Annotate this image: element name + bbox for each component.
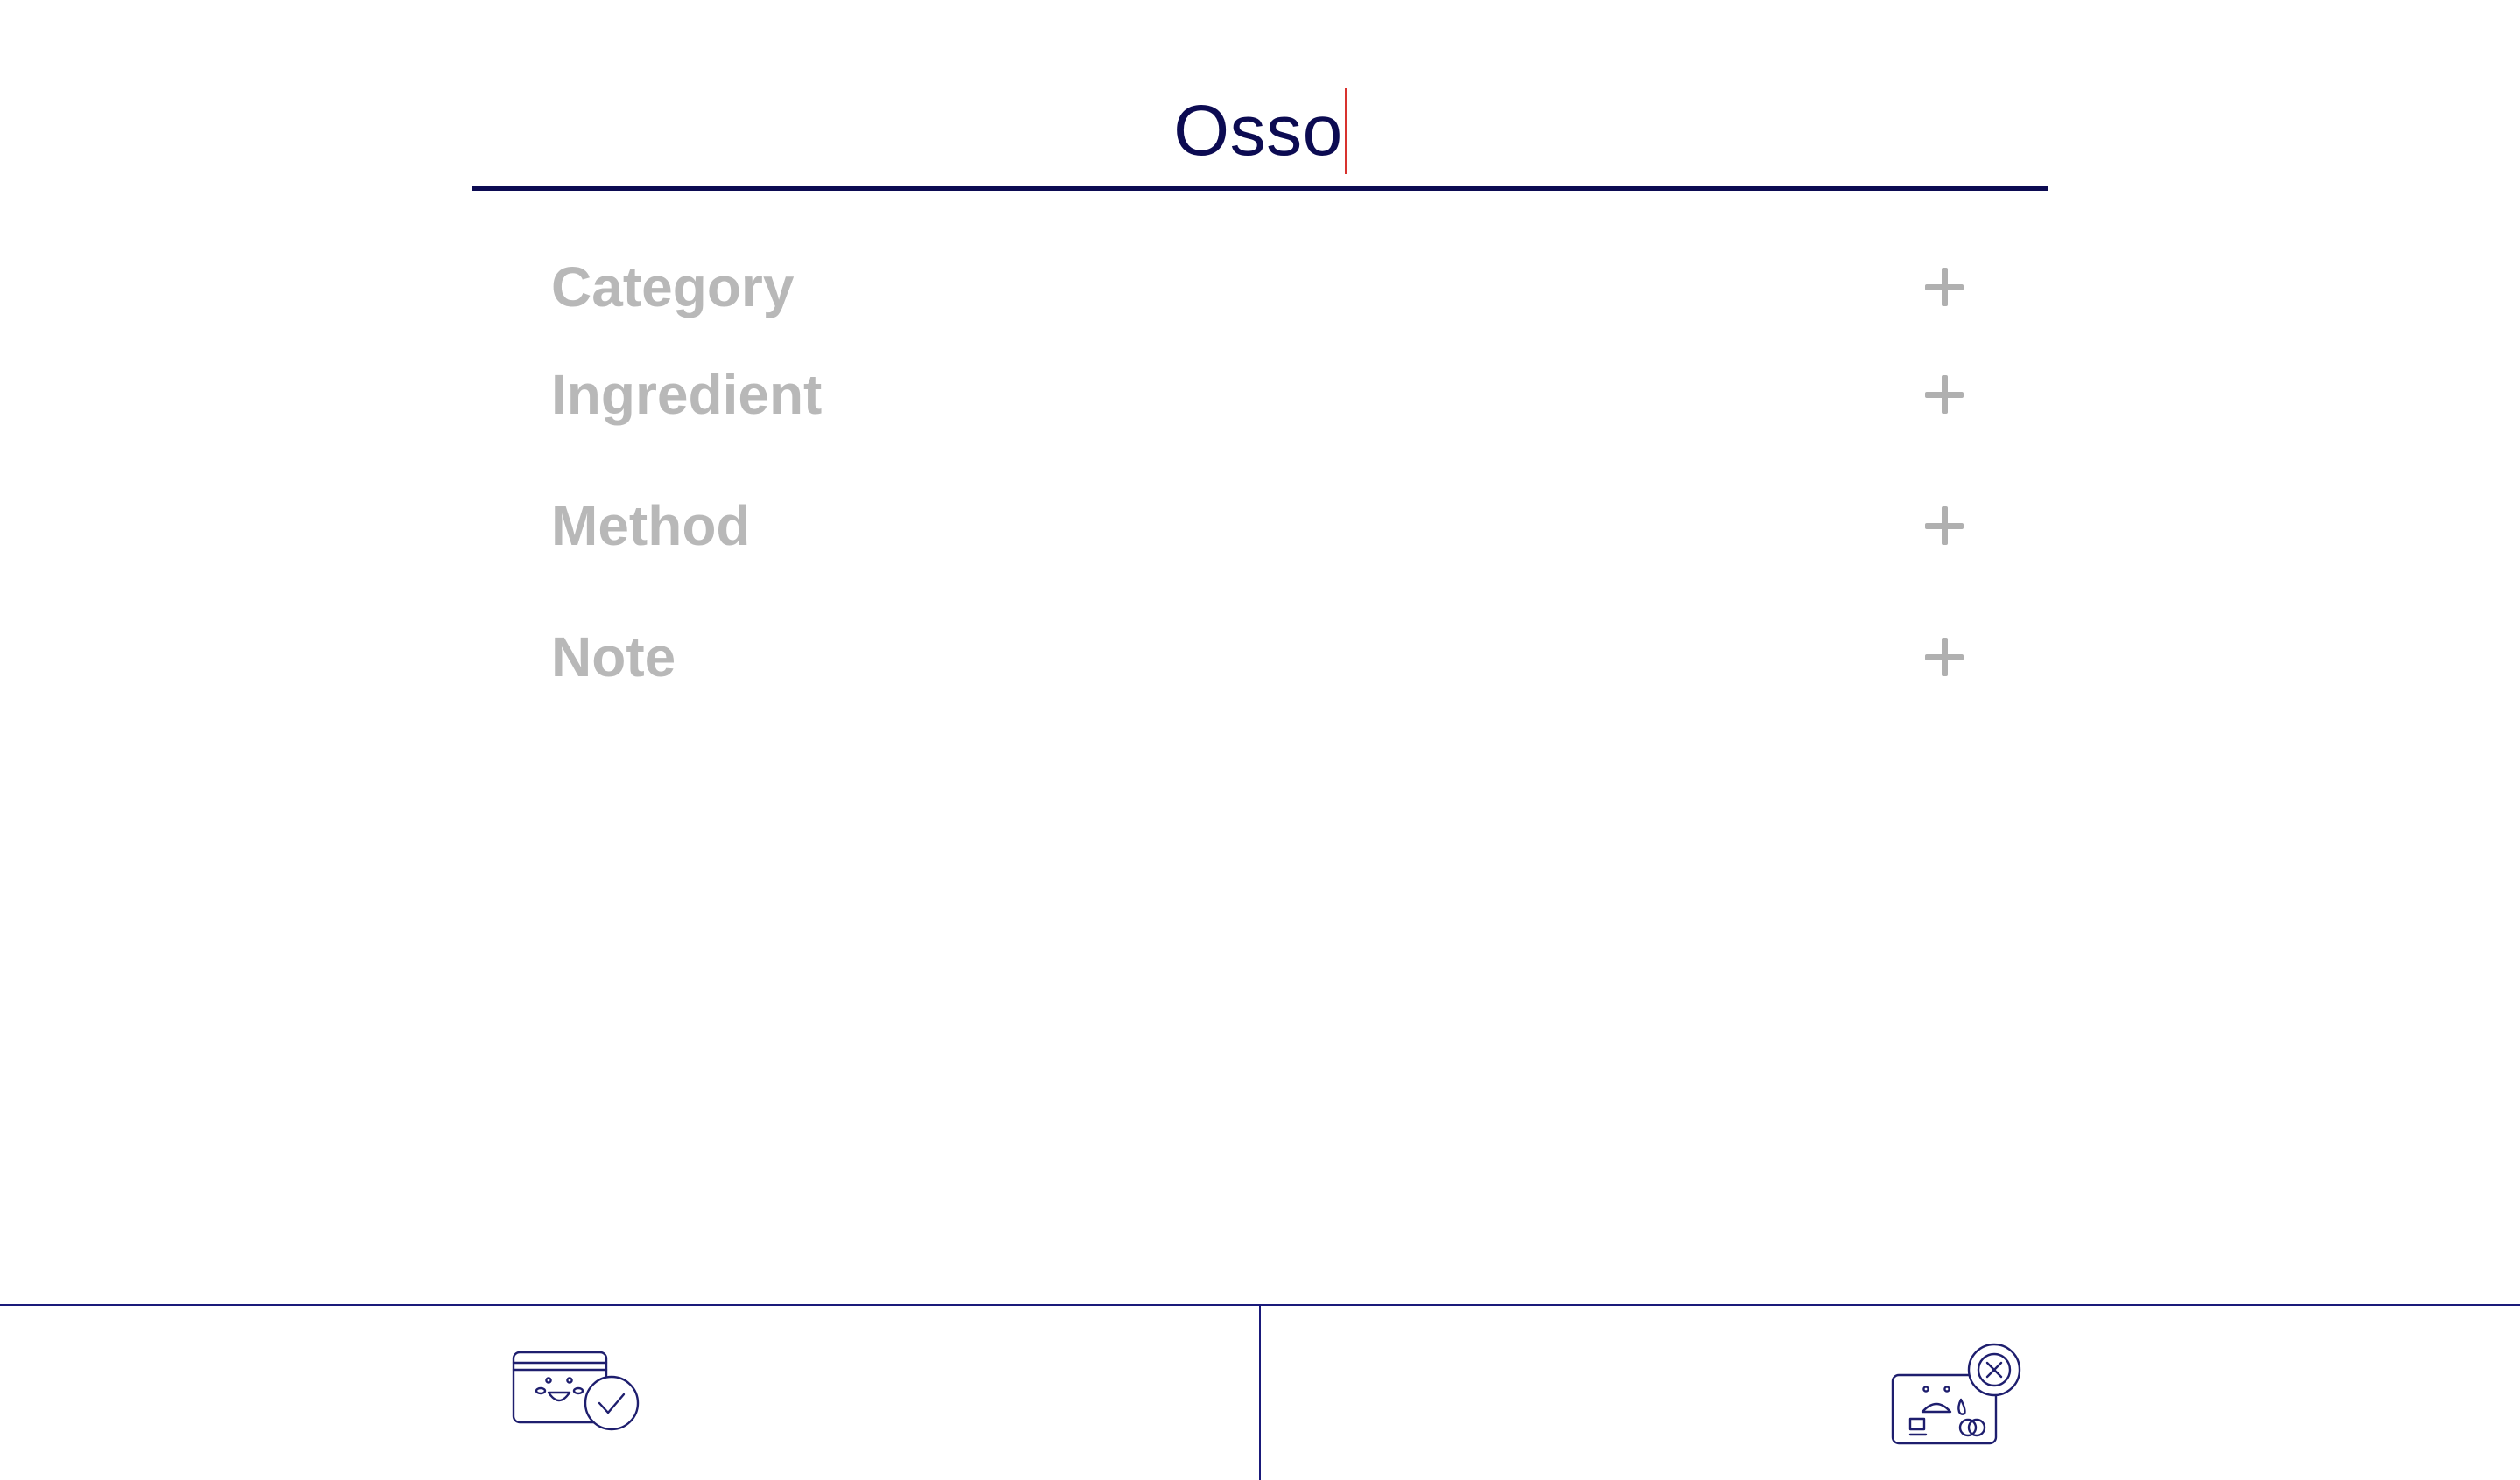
title-field[interactable]: Osso [472, 52, 2048, 191]
section-category[interactable]: Category [551, 245, 1969, 329]
section-method[interactable]: Method [551, 460, 1969, 591]
plus-icon[interactable] [1925, 375, 1964, 414]
section-ingredient[interactable]: Ingredient [551, 329, 1969, 460]
discard-button[interactable] [1261, 1306, 2520, 1480]
save-button[interactable] [0, 1306, 1261, 1480]
recipe-editor: Osso Category Ingredient Method Note [0, 0, 2520, 1480]
plus-icon[interactable] [1925, 638, 1964, 676]
plus-icon[interactable] [1925, 506, 1964, 545]
section-label: Category [551, 255, 794, 318]
plus-icon[interactable] [1925, 268, 1964, 306]
title-input[interactable]: Osso [1173, 88, 1347, 186]
section-list: Category Ingredient Method Note [551, 245, 1969, 723]
section-label: Ingredient [551, 363, 822, 426]
title-text: Osso [1173, 91, 1343, 171]
footer-actions [0, 1304, 2520, 1480]
section-label: Method [551, 494, 751, 557]
happy-card-check-icon [512, 1351, 639, 1430]
text-caret [1344, 88, 1347, 174]
section-note[interactable]: Note [551, 591, 1969, 723]
sad-card-cross-icon [1891, 1343, 2020, 1444]
section-label: Note [551, 625, 676, 688]
